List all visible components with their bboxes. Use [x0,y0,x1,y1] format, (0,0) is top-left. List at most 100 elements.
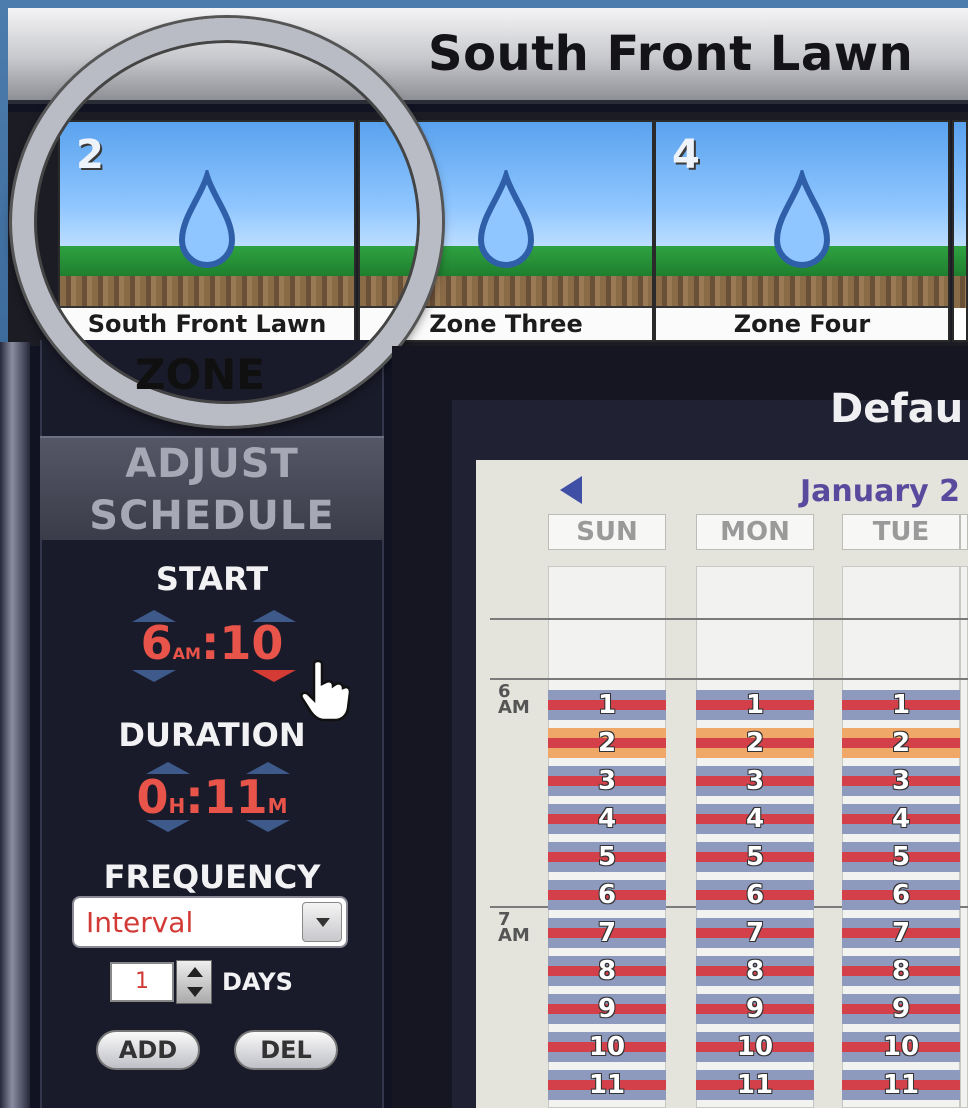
slot-number: 1 [891,690,911,720]
slot-number: 7 [745,918,765,948]
schedule-slot[interactable]: 7 [696,918,814,948]
slot-number: 10 [588,1032,626,1062]
schedule-slot[interactable]: 3 [696,766,814,796]
slot-number: 11 [882,1070,920,1100]
schedule-slot[interactable]: 10 [842,1032,960,1062]
schedule-slot[interactable]: 6 [842,880,960,910]
schedule-slot[interactable]: 2 [842,728,960,758]
start-minute-down-button[interactable] [252,670,296,682]
zone-tile-4[interactable]: 4 Zone Four [654,120,950,342]
hour-ampm: AM [498,925,530,946]
day-header-next [960,514,968,550]
schedule-slot[interactable]: 11 [548,1070,666,1100]
schedule-slot[interactable]: 4 [842,804,960,834]
schedule-slot[interactable]: 7 [548,918,666,948]
soil-strip [954,276,966,308]
slot-number: 9 [891,994,911,1024]
day-header-tue: TUE [842,514,960,550]
slot-number: 3 [891,766,911,796]
duration-minutes[interactable]: 11 [204,770,268,824]
hour-ampm: AM [498,697,530,718]
slot-number: 1 [597,690,617,720]
schedule-slot[interactable]: 10 [548,1032,666,1062]
schedule-slot[interactable]: 6 [548,880,666,910]
schedule-slot[interactable]: 4 [696,804,814,834]
chevron-down-icon[interactable] [302,902,342,942]
duration-separator: : [185,770,204,824]
schedule-slot[interactable]: 11 [842,1070,960,1100]
frequency-dropdown[interactable]: Interval [72,896,348,948]
adjust-label: ADJUST [125,441,299,487]
schedule-slot[interactable]: 1 [548,690,666,720]
schedule-slot[interactable]: 5 [696,842,814,872]
slot-number: 7 [597,918,617,948]
water-drop-icon [773,170,831,268]
schedule-label: SCHEDULE [89,493,335,539]
schedule-slot[interactable]: 6 [696,880,814,910]
del-button[interactable]: DEL [234,1030,338,1070]
schedule-slot[interactable]: 5 [548,842,666,872]
interval-days-stepper[interactable] [176,960,212,1004]
slot-number: 2 [745,728,765,758]
slot-number: 3 [745,766,765,796]
schedule-slot[interactable]: 8 [842,956,960,986]
schedule-slot[interactable]: 8 [548,956,666,986]
schedule-slot[interactable]: 8 [696,956,814,986]
calendar-month: January 2 [800,474,961,509]
schedule-slot[interactable]: 5 [842,842,960,872]
frequency-label: FREQUENCY [103,858,321,896]
slot-number: 2 [891,728,911,758]
zone-label: ZONE [135,350,265,399]
start-hour[interactable]: 6 [141,616,173,670]
slot-number: 9 [597,994,617,1024]
prev-month-arrow-icon[interactable] [560,476,582,504]
slot-number: 8 [891,956,911,986]
slot-number: 9 [745,994,765,1024]
sky-background [954,122,966,262]
schedule-slot[interactable]: 3 [548,766,666,796]
slot-number: 3 [597,766,617,796]
start-minute[interactable]: 10 [219,616,283,670]
hour-divider-6am [490,678,968,680]
schedule-slot[interactable]: 1 [696,690,814,720]
day-column-mon [696,566,814,1108]
start-ampm: AM [172,644,201,663]
frequency-value: Interval [86,906,194,939]
schedule-slot[interactable]: 2 [696,728,814,758]
schedule-slot[interactable]: 2 [548,728,666,758]
schedule-slot[interactable]: 9 [696,994,814,1024]
slot-number: 8 [597,956,617,986]
window-title: South Front Lawn [428,26,914,82]
slot-number: 6 [745,880,765,910]
schedule-slot[interactable]: 10 [696,1032,814,1062]
slot-number: 4 [745,804,765,834]
schedule-slot[interactable]: 11 [696,1070,814,1100]
slot-number: 10 [736,1032,774,1062]
slot-number: 8 [745,956,765,986]
duration-hours[interactable]: 0 [136,770,168,824]
day-column-next [960,566,968,1108]
schedule-slot[interactable]: 1 [842,690,960,720]
add-button[interactable]: ADD [96,1030,200,1070]
slot-number: 1 [745,690,765,720]
schedule-slot[interactable]: 7 [842,918,960,948]
hour-label-6am: 6 AM [498,683,530,718]
schedule-slot[interactable]: 3 [842,766,960,796]
start-label: START [155,560,269,598]
slot-number: 4 [597,804,617,834]
day-header-sun: SUN [548,514,666,550]
left-edge-rail [0,342,30,1108]
schedule-slot[interactable]: 9 [842,994,960,1024]
start-hour-down-button[interactable] [132,670,176,682]
hour-divider [490,618,968,620]
duration-minutes-down-button[interactable] [246,820,290,832]
zone-tile-next[interactable] [952,120,968,342]
interval-days-input[interactable]: 1 [110,962,174,1002]
schedule-slot[interactable]: 9 [548,994,666,1024]
schedule-slot[interactable]: 4 [548,804,666,834]
duration-hours-down-button[interactable] [146,820,190,832]
day-column-sun [548,566,666,1108]
days-label: DAYS [222,968,293,996]
duration-h-unit: H [168,794,186,818]
zone-number: 4 [672,132,700,178]
